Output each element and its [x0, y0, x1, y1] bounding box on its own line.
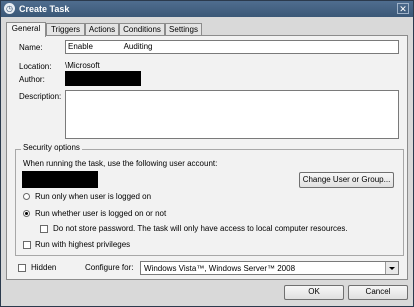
- window-title: Create Task: [19, 4, 70, 14]
- hidden-checkbox[interactable]: [18, 264, 26, 272]
- configure-for-dropdown[interactable]: Windows Vista™, Windows Server™ 2008: [140, 261, 399, 275]
- author-value-redacted: [65, 71, 141, 86]
- security-options-legend: Security options: [21, 143, 82, 153]
- configure-for-label: Configure for:: [85, 263, 134, 272]
- hidden-label[interactable]: Hidden: [31, 263, 56, 273]
- author-label: Author:: [19, 75, 45, 84]
- highest-privileges-checkbox[interactable]: [23, 241, 31, 249]
- create-task-dialog: ◷ Create Task ✕ General Triggers Actions…: [0, 0, 414, 307]
- name-field[interactable]: Enable Auditing: [65, 40, 399, 54]
- location-value: \Microsoft: [65, 61, 100, 70]
- description-label: Description:: [19, 92, 62, 101]
- description-field[interactable]: [65, 90, 399, 139]
- run-only-logged-on-label[interactable]: Run only when user is logged on: [35, 192, 151, 202]
- run-whether-logged-on-radio[interactable]: [23, 210, 30, 217]
- ok-button[interactable]: OK: [284, 285, 344, 300]
- run-only-logged-on-radio[interactable]: [23, 193, 30, 200]
- configure-for-value: Windows Vista™, Windows Server™ 2008: [144, 264, 296, 273]
- do-not-store-password-label[interactable]: Do not store password. The task will onl…: [53, 224, 348, 234]
- chevron-down-icon[interactable]: [385, 262, 398, 274]
- user-account-redacted: [22, 171, 98, 188]
- close-icon[interactable]: ✕: [397, 3, 409, 14]
- title-bar[interactable]: ◷ Create Task ✕: [1, 1, 413, 17]
- cancel-button[interactable]: Cancel: [348, 285, 408, 300]
- do-not-store-password-checkbox[interactable]: [40, 225, 48, 233]
- task-icon: ◷: [4, 3, 15, 14]
- tab-general[interactable]: General: [6, 22, 46, 37]
- highest-privileges-label[interactable]: Run with highest privileges: [35, 240, 130, 250]
- name-field-value: Enable Auditing: [68, 42, 153, 51]
- location-label: Location:: [19, 62, 52, 71]
- run-whether-logged-on-label[interactable]: Run whether user is logged on or not: [35, 209, 166, 219]
- name-label: Name:: [19, 43, 43, 52]
- user-account-text: When running the task, use the following…: [23, 159, 218, 168]
- change-user-or-group-button[interactable]: Change User or Group...: [299, 172, 394, 188]
